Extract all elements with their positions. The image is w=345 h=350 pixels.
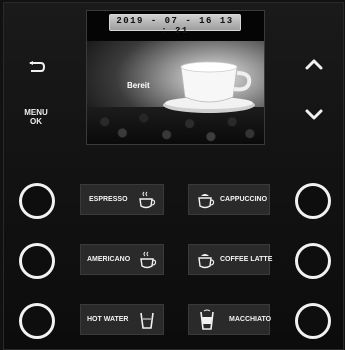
water-glass-icon (139, 310, 155, 330)
datetime-bar: 2019 - 07 - 16 13 : 21 (109, 14, 241, 36)
coffee-latte-tile[interactable]: COFFEE LATTE (188, 244, 273, 275)
espresso-select-button[interactable] (19, 183, 55, 219)
americano-select-button[interactable] (19, 243, 55, 279)
cappuccino-label: CAPPUCCINO (220, 196, 268, 203)
espresso-label: ESPRESSO (89, 196, 128, 203)
ok-label: OK (30, 117, 42, 126)
cappuccino-cup-icon (196, 190, 216, 210)
hot-water-label: HOT WATER (87, 316, 129, 323)
coffee-latte-select-button[interactable] (295, 243, 331, 279)
macchiato-glass-icon (199, 309, 215, 331)
display-screen: 2019 - 07 - 16 13 : 21 Bereit (86, 10, 265, 145)
americano-cup-icon (138, 250, 158, 270)
macchiato-select-button[interactable] (295, 303, 331, 339)
greeting-text: Bereit (127, 81, 150, 90)
macchiato-tile[interactable]: MACCHIATO (188, 304, 272, 335)
menu-label: MENU (24, 108, 48, 117)
return-arrow-icon[interactable] (28, 60, 46, 78)
coffee-cup-image (163, 61, 255, 113)
americano-tile[interactable]: AMERICANO (80, 244, 164, 275)
espresso-tile[interactable]: ESPRESSO (80, 184, 164, 215)
americano-label: AMERICANO (87, 256, 131, 263)
cappuccino-tile[interactable]: CAPPUCCINO (188, 184, 270, 215)
hot-water-tile[interactable]: HOT WATER (80, 304, 164, 335)
macchiato-label: MACCHIATO (229, 316, 272, 323)
coffee-latte-label: COFFEE LATTE (220, 256, 273, 263)
chevron-down-icon[interactable] (305, 108, 323, 126)
espresso-cup-icon (137, 190, 157, 210)
menu-ok-button[interactable]: MENU OK (16, 108, 56, 126)
latte-cup-icon (196, 250, 216, 270)
coffee-photo: Bereit (87, 41, 264, 144)
chevron-up-icon[interactable] (305, 57, 323, 75)
datetime-text: 2019 - 07 - 16 13 : 21 (116, 16, 234, 36)
hot-water-select-button[interactable] (19, 303, 55, 339)
cappuccino-select-button[interactable] (295, 183, 331, 219)
